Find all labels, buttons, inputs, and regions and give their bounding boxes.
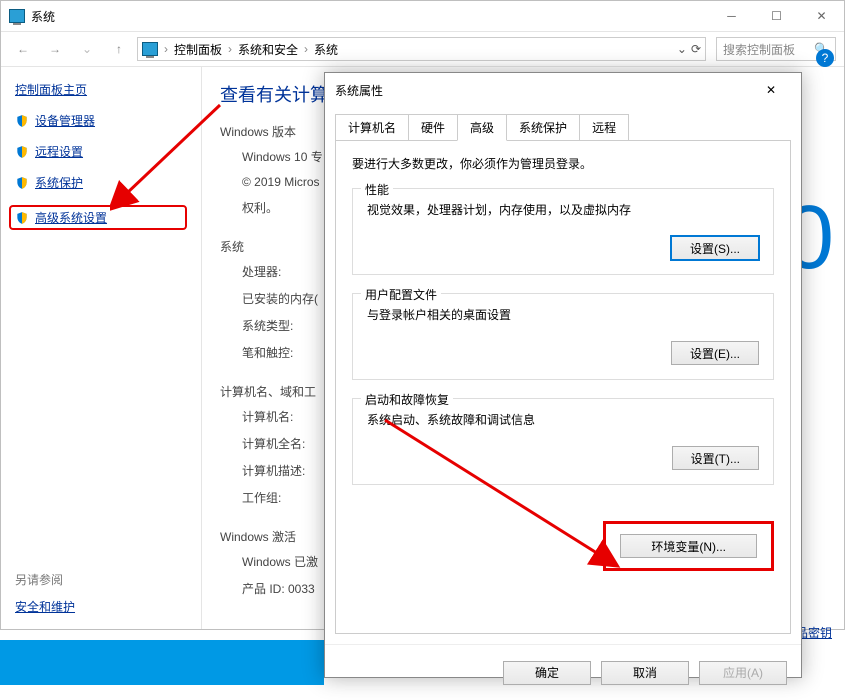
taskbar[interactable] <box>0 640 324 685</box>
back-button[interactable]: ← <box>9 35 37 63</box>
user-profile-group: 用户配置文件 与登录帐户相关的桌面设置 设置(E)... <box>352 293 774 380</box>
maximize-button[interactable]: ☐ <box>754 1 799 31</box>
sidebar-item-label: 系统保护 <box>35 174 83 191</box>
tab-strip: 计算机名 硬件 高级 系统保护 远程 <box>325 107 801 140</box>
apply-button[interactable]: 应用(A) <box>699 661 787 685</box>
forward-button[interactable]: → <box>41 35 69 63</box>
performance-legend: 性能 <box>361 181 393 198</box>
crumb-system[interactable]: 系统 <box>314 41 338 58</box>
startup-recovery-group: 启动和故障恢复 系统启动、系统故障和调试信息 设置(T)... <box>352 398 774 485</box>
sidebar: 控制面板主页 设备管理器 远程设置 系统保护 高级系统设置 另请参阅 安全和维护 <box>1 67 201 629</box>
performance-group: 性能 视觉效果，处理器计划，内存使用，以及虚拟内存 设置(S)... <box>352 188 774 275</box>
tab-computer-name[interactable]: 计算机名 <box>335 114 409 141</box>
security-maintenance-link[interactable]: 安全和维护 <box>15 598 187 615</box>
refresh-icon[interactable]: ⟳ <box>691 42 701 56</box>
history-dropdown[interactable]: ⌄ <box>73 35 101 63</box>
shield-icon <box>15 211 29 225</box>
sidebar-item-label: 设备管理器 <box>35 112 95 129</box>
startup-desc: 系统启动、系统故障和调试信息 <box>367 411 759 428</box>
startup-legend: 启动和故障恢复 <box>361 391 453 408</box>
dialog-button-row: 确定 取消 应用(A) <box>325 644 801 700</box>
chevron-right-icon: › <box>304 42 308 56</box>
crumb-system-security[interactable]: 系统和安全 <box>238 41 298 58</box>
window-title: 系统 <box>31 8 55 25</box>
crumb-control-panel[interactable]: 控制面板 <box>174 41 222 58</box>
chevron-right-icon: › <box>164 42 168 56</box>
sidebar-item-label: 远程设置 <box>35 143 83 160</box>
search-placeholder: 搜索控制面板 <box>723 41 795 58</box>
see-also-label: 另请参阅 <box>15 571 187 588</box>
address-bar[interactable]: › 控制面板 › 系统和安全 › 系统 ⌄ ⟳ <box>137 37 706 61</box>
sidebar-item-device-manager[interactable]: 设备管理器 <box>15 112 187 129</box>
shield-icon <box>15 145 29 159</box>
user-profile-settings-button[interactable]: 设置(E)... <box>671 341 759 365</box>
dialog-title: 系统属性 <box>335 82 383 99</box>
sidebar-item-label: 高级系统设置 <box>35 209 107 226</box>
user-profile-desc: 与登录帐户相关的桌面设置 <box>367 306 759 323</box>
chevron-right-icon: › <box>228 42 232 56</box>
sidebar-item-advanced-settings[interactable]: 高级系统设置 <box>9 205 187 230</box>
admin-notice: 要进行大多数更改，你必须作为管理员登录。 <box>352 155 774 172</box>
window-controls: ─ ☐ ✕ <box>709 1 844 31</box>
dialog-titlebar: 系统属性 ✕ <box>325 73 801 107</box>
up-button[interactable]: ↑ <box>105 35 133 63</box>
cancel-button[interactable]: 取消 <box>601 661 689 685</box>
performance-settings-button[interactable]: 设置(S)... <box>671 236 759 260</box>
close-button[interactable]: ✕ <box>799 1 844 31</box>
system-properties-dialog: 系统属性 ✕ 计算机名 硬件 高级 系统保护 远程 要进行大多数更改，你必须作为… <box>324 72 802 678</box>
tab-system-protection[interactable]: 系统保护 <box>506 114 580 141</box>
shield-icon <box>15 114 29 128</box>
minimize-button[interactable]: ─ <box>709 1 754 31</box>
tab-hardware[interactable]: 硬件 <box>408 114 458 141</box>
tab-body-advanced: 要进行大多数更改，你必须作为管理员登录。 性能 视觉效果，处理器计划，内存使用，… <box>335 140 791 634</box>
titlebar: 系统 ─ ☐ ✕ <box>1 1 844 31</box>
user-profile-legend: 用户配置文件 <box>361 286 441 303</box>
tab-remote[interactable]: 远程 <box>579 114 629 141</box>
help-icon[interactable]: ? <box>816 49 834 67</box>
performance-desc: 视觉效果，处理器计划，内存使用，以及虚拟内存 <box>367 201 759 218</box>
toolbar: ← → ⌄ ↑ › 控制面板 › 系统和安全 › 系统 ⌄ ⟳ 搜索控制面板 🔍 <box>1 31 844 67</box>
tab-advanced[interactable]: 高级 <box>457 114 507 141</box>
dialog-close-button[interactable]: ✕ <box>751 75 791 105</box>
ok-button[interactable]: 确定 <box>503 661 591 685</box>
sidebar-item-system-protection[interactable]: 系统保护 <box>15 174 187 191</box>
chevron-down-icon[interactable]: ⌄ <box>677 42 687 56</box>
env-highlight: 环境变量(N)... <box>603 521 774 571</box>
startup-settings-button[interactable]: 设置(T)... <box>672 446 759 470</box>
shield-icon <box>15 176 29 190</box>
system-icon <box>9 9 25 23</box>
addr-icon <box>142 42 158 56</box>
environment-variables-button[interactable]: 环境变量(N)... <box>620 534 757 558</box>
sidebar-item-remote-settings[interactable]: 远程设置 <box>15 143 187 160</box>
control-panel-home-link[interactable]: 控制面板主页 <box>15 81 187 98</box>
